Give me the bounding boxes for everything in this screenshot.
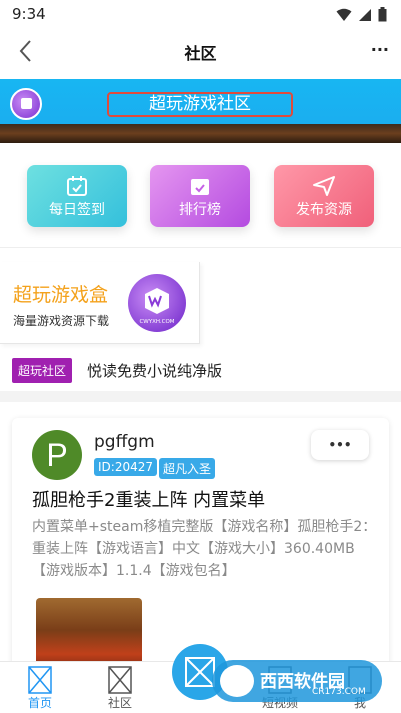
paper-plane-icon — [313, 176, 335, 196]
site-watermark: 西西软件园 CR173.COM — [212, 660, 382, 702]
game-box-promo[interactable]: 超玩游戏盒 海量游戏资源下载 CWYXH.COM — [0, 262, 200, 344]
quick-actions: 每日签到 排行榜 发布资源 — [0, 150, 401, 248]
ranking-button[interactable]: 排行榜 — [150, 165, 250, 227]
promo-title: 超玩游戏盒 — [13, 284, 109, 306]
watermark-subtext: CR173.COM — [312, 687, 366, 697]
more-menu-button[interactable]: ... — [371, 36, 389, 55]
nav-community[interactable]: 社区 — [90, 666, 150, 711]
game-box-logo: CWYXH.COM — [128, 274, 186, 332]
publish-resource-button[interactable]: 发布资源 — [274, 165, 374, 227]
user-rank-badge: 超凡入圣 — [159, 458, 216, 479]
app-logo-icon — [10, 88, 42, 120]
avatar[interactable]: P — [32, 430, 82, 480]
ranking-label: 排行榜 — [179, 202, 221, 218]
daily-checkin-button[interactable]: 每日签到 — [27, 165, 127, 227]
watermark-logo — [220, 665, 254, 697]
post-more-button[interactable]: ••• — [311, 430, 369, 460]
battery-icon — [378, 7, 387, 22]
news-text[interactable]: 悦读免费小说纯净版 — [87, 360, 222, 381]
page-title: 社区 — [184, 44, 217, 63]
signal-icon — [359, 8, 371, 21]
title-bar: 社区 ... — [0, 28, 401, 74]
nav-home-label: 首页 — [27, 696, 52, 710]
status-icons — [336, 7, 387, 22]
status-time: 9:34 — [12, 5, 46, 23]
wifi-icon — [336, 8, 352, 21]
section-divider — [0, 391, 401, 402]
nav-community-label: 社区 — [107, 696, 132, 710]
publish-resource-label: 发布资源 — [296, 202, 352, 218]
post-card[interactable]: P pgffgm ID:20427 超凡入圣 ••• 孤胆枪手2重装上阵 内置菜… — [12, 418, 389, 678]
user-id-badge: ID:20427 — [94, 458, 157, 476]
banner-title: 超玩游戏社区 — [107, 92, 293, 117]
ranking-icon — [191, 179, 209, 195]
daily-checkin-label: 每日签到 — [49, 202, 105, 218]
post-username[interactable]: pgffgm — [94, 432, 155, 452]
svg-text:CWYXH.COM: CWYXH.COM — [139, 319, 174, 325]
home-icon — [28, 666, 52, 694]
news-tag: 超玩社区 — [12, 358, 73, 383]
post-title[interactable]: 孤胆枪手2重装上阵 内置菜单 — [32, 486, 265, 512]
nav-home[interactable]: 首页 — [10, 666, 70, 711]
community-icon — [108, 666, 132, 694]
post-body: 内置菜单+steam移植完整版【游戏名称】孤胆枪手2：重装上阵【游戏语言】中文【… — [32, 519, 377, 579]
calendar-check-icon — [67, 176, 87, 196]
promo-subtitle: 海量游戏资源下载 — [13, 314, 110, 328]
community-banner[interactable]: 超玩游戏社区 — [0, 79, 401, 143]
cube-logo-icon: CWYXH.COM — [139, 288, 175, 325]
status-bar: 9:34 — [0, 0, 401, 28]
